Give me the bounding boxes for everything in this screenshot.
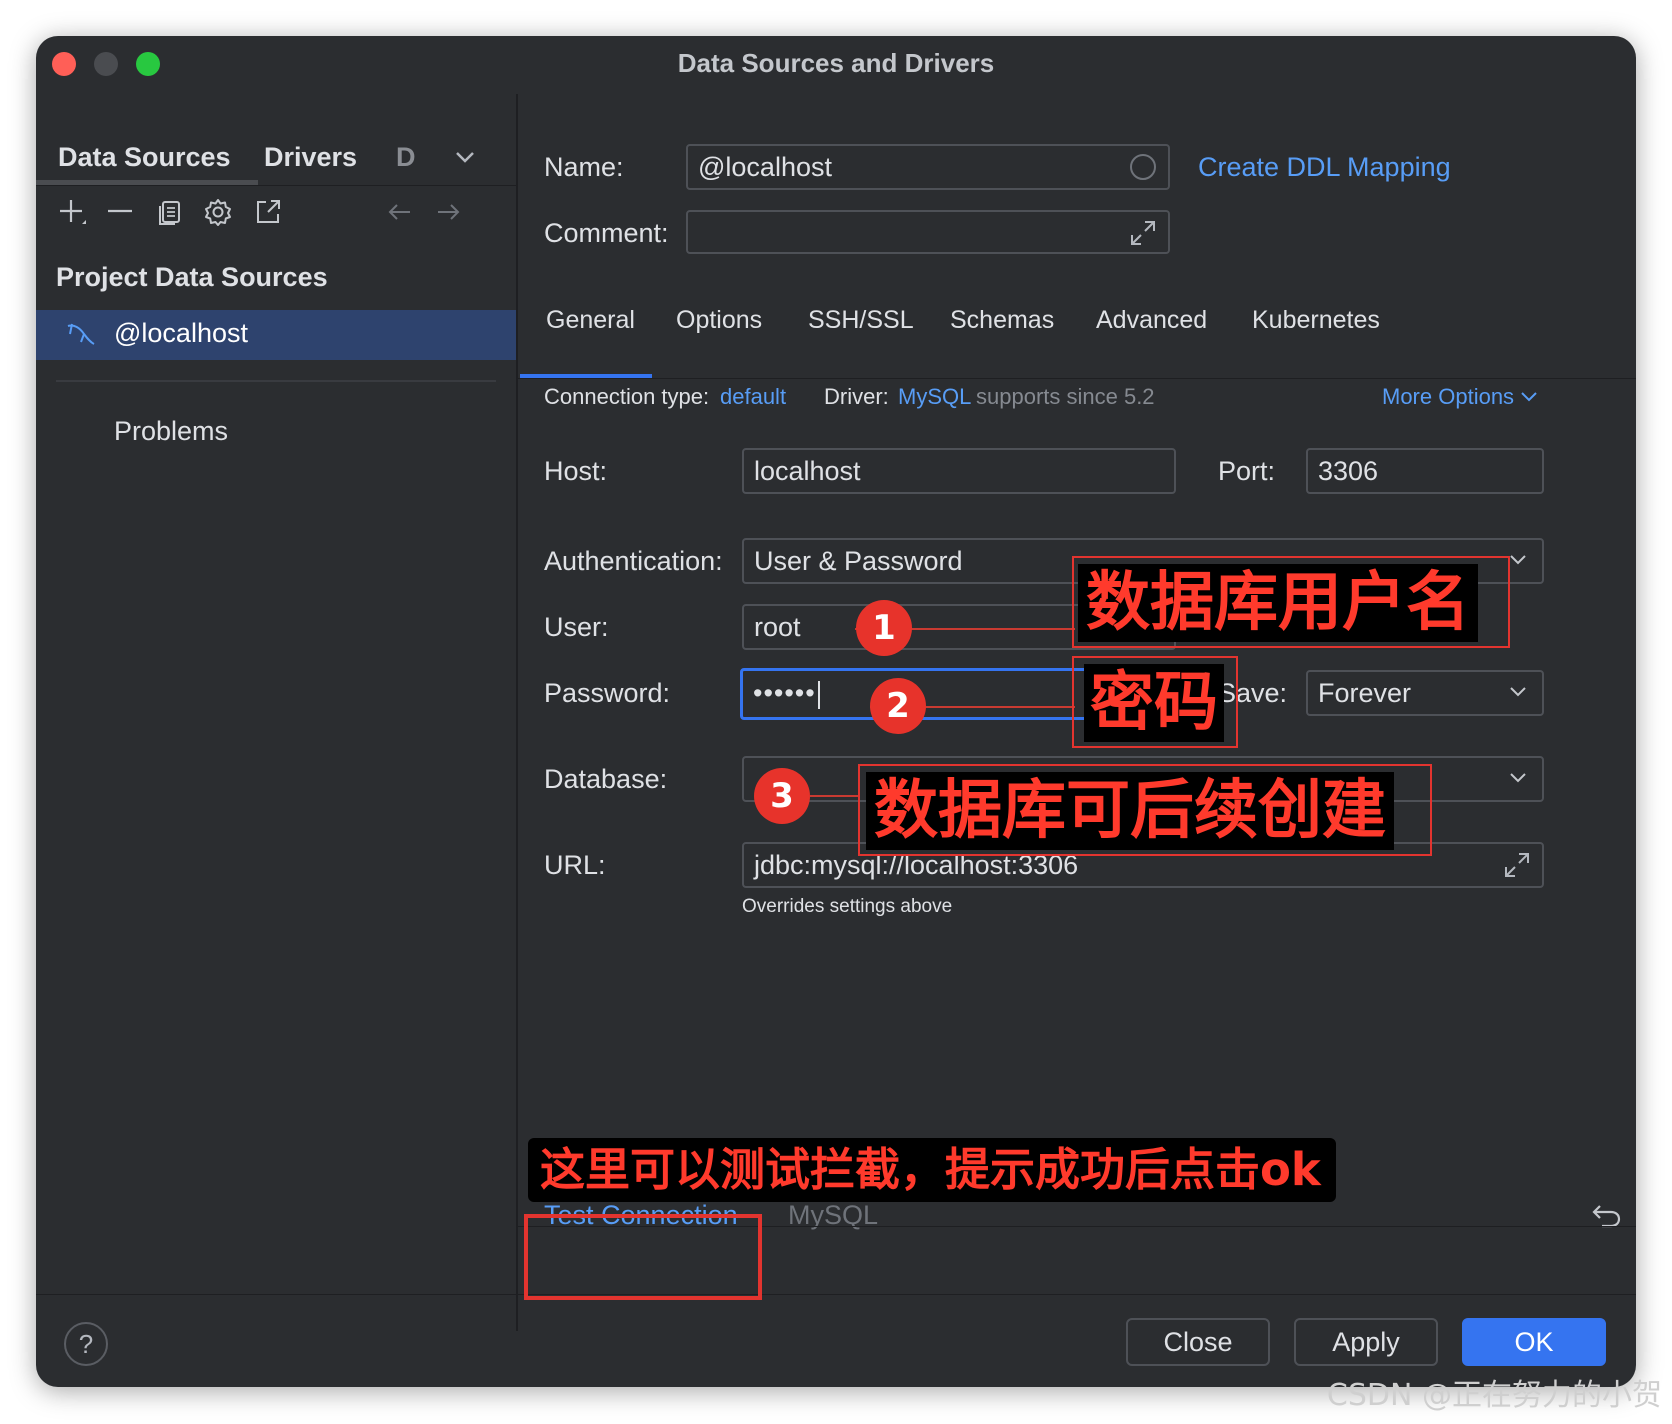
- port-value: 3306: [1318, 456, 1379, 486]
- annotation-number-2: 2: [870, 678, 926, 734]
- watermark: CSDN @正在努力的小贺: [1326, 1378, 1662, 1413]
- expand-icon[interactable]: [1128, 218, 1158, 248]
- duplicate-icon[interactable]: [154, 196, 190, 236]
- left-panel: Data Sources Drivers D Project Data Sour: [36, 94, 518, 1331]
- database-label: Database:: [544, 764, 668, 794]
- user-label: User:: [544, 612, 609, 642]
- ok-button[interactable]: OK: [1462, 1318, 1606, 1366]
- host-label: Host:: [544, 456, 608, 486]
- open-external-icon[interactable]: [252, 196, 288, 236]
- add-icon[interactable]: [56, 196, 92, 236]
- port-field[interactable]: 3306: [1306, 448, 1544, 494]
- create-ddl-mapping-link[interactable]: Create DDL Mapping: [1198, 152, 1451, 183]
- chevron-down-icon: [1510, 687, 1526, 697]
- password-mask: ••••••: [753, 678, 816, 708]
- name-value: @localhost: [698, 152, 832, 182]
- host-field[interactable]: localhost: [742, 448, 1176, 494]
- expand-icon[interactable]: [1502, 850, 1532, 880]
- left-separator: [56, 380, 496, 382]
- text-caret: [817, 680, 820, 709]
- help-button[interactable]: ?: [64, 1322, 108, 1366]
- back-arrow-icon[interactable]: [384, 196, 420, 236]
- host-value: localhost: [754, 456, 861, 486]
- authentication-value: User & Password: [754, 546, 963, 576]
- chevron-down-icon: [1510, 555, 1526, 565]
- chevron-down-icon: [1510, 773, 1526, 783]
- tab-kubernetes[interactable]: Kubernetes: [1252, 306, 1380, 335]
- url-note: Overrides settings above: [742, 896, 953, 917]
- save-select[interactable]: Forever: [1306, 670, 1544, 716]
- port-label: Port:: [1218, 456, 1276, 486]
- tab-advanced[interactable]: Advanced: [1096, 306, 1207, 335]
- tab-schemas[interactable]: Schemas: [950, 306, 1054, 335]
- tab-general[interactable]: General: [546, 306, 635, 335]
- connection-type-label: Connection type:: [544, 384, 710, 409]
- connection-type-link[interactable]: default: [720, 384, 786, 410]
- tab-data-sources[interactable]: Data Sources: [58, 142, 231, 173]
- tab-ssh-ssl[interactable]: SSH/SSL: [808, 306, 914, 335]
- tabs-separator: [36, 185, 516, 186]
- tabs-separator: [518, 378, 1636, 379]
- tabs-overflow-chevron-icon[interactable]: [454, 146, 476, 174]
- authentication-label: Authentication:: [544, 546, 723, 576]
- annotation-password: 密码: [1084, 664, 1224, 742]
- project-data-sources-heading: Project Data Sources: [56, 262, 328, 292]
- password-label: Password:: [544, 678, 671, 708]
- remove-icon[interactable]: [104, 196, 140, 236]
- more-options-label: More Options: [1382, 384, 1515, 409]
- tab-truncated[interactable]: D: [396, 142, 416, 173]
- annotation-database: 数据库可后续创建: [866, 772, 1394, 850]
- annotation-test-connection: 这里可以测试拦截，提示成功后点击ok: [528, 1138, 1336, 1202]
- annotation-number-1: 1: [856, 600, 912, 656]
- apply-button[interactable]: Apply: [1294, 1318, 1438, 1366]
- gear-icon[interactable]: [202, 196, 238, 236]
- comment-field[interactable]: [686, 210, 1170, 254]
- tab-drivers[interactable]: Drivers: [264, 142, 357, 173]
- driver-note: supports since 5.2: [976, 384, 1155, 409]
- problems-item[interactable]: Problems: [114, 416, 228, 447]
- user-value: root: [754, 612, 801, 642]
- url-label: URL:: [544, 850, 606, 880]
- annotation-user: 数据库用户名: [1078, 564, 1478, 642]
- chevron-down-icon: [1521, 392, 1537, 402]
- name-field[interactable]: @localhost: [686, 144, 1170, 190]
- footer-separator: [36, 1294, 1636, 1295]
- color-circle-icon[interactable]: [1130, 154, 1156, 180]
- test-connection-highlight: [524, 1214, 762, 1300]
- annotation-number-3: 3: [754, 768, 810, 824]
- driver-label: Driver:: [824, 384, 889, 409]
- window-title: Data Sources and Drivers: [677, 48, 995, 78]
- name-label: Name:: [544, 152, 624, 182]
- mysql-dolphin-icon: [64, 318, 98, 352]
- comment-label: Comment:: [544, 218, 669, 248]
- annotation-line-3: [810, 795, 860, 797]
- save-value: Forever: [1318, 678, 1412, 708]
- password-value: ••••••: [753, 678, 820, 709]
- tab-options[interactable]: Options: [676, 306, 762, 335]
- close-button[interactable]: Close: [1126, 1318, 1270, 1366]
- forward-arrow-icon[interactable]: [432, 196, 468, 236]
- data-source-item-localhost[interactable]: @localhost: [36, 310, 516, 360]
- driver-link[interactable]: MySQL: [898, 384, 971, 410]
- more-options-link[interactable]: More Options: [1382, 384, 1538, 410]
- title-bar: Data Sources and Drivers: [36, 36, 1636, 94]
- data-source-label: @localhost: [114, 318, 248, 348]
